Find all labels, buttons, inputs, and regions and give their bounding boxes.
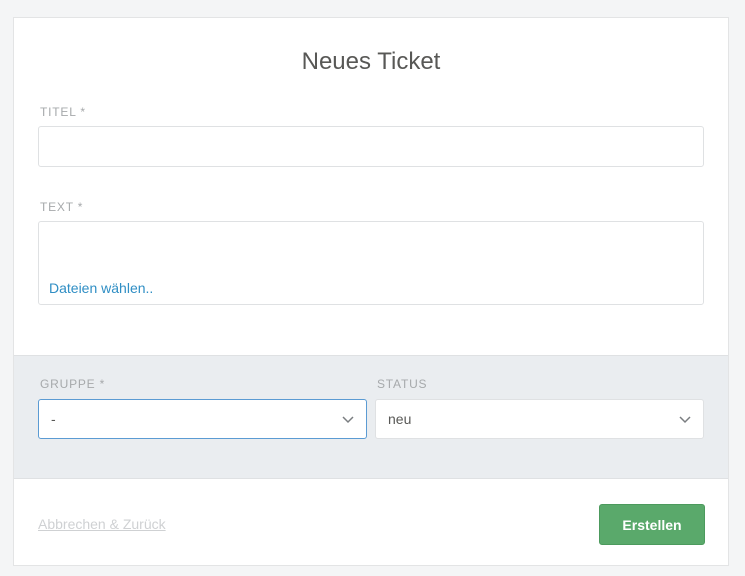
title-field-label: TITEL *	[40, 105, 86, 119]
text-field-label: TEXT *	[40, 200, 84, 214]
text-editor[interactable]: Dateien wählen..	[38, 221, 704, 305]
chevron-down-icon	[342, 416, 354, 424]
status-select-value: neu	[388, 411, 412, 427]
status-field-label: STATUS	[377, 377, 428, 391]
status-select[interactable]: neu	[375, 399, 704, 439]
choose-files-link[interactable]: Dateien wählen..	[49, 280, 153, 296]
cancel-back-link[interactable]: Abbrechen & Zurück	[38, 516, 166, 532]
title-input[interactable]	[38, 126, 704, 167]
group-select-value: -	[51, 411, 56, 427]
group-field-label: GRUPPE *	[40, 377, 106, 391]
chevron-down-icon	[679, 416, 691, 424]
group-select[interactable]: -	[38, 399, 367, 439]
create-button[interactable]: Erstellen	[599, 504, 705, 545]
new-ticket-form: Neues Ticket TITEL * TEXT * Dateien wähl…	[13, 17, 729, 566]
page-title: Neues Ticket	[301, 48, 441, 75]
ticket-attributes-section: GRUPPE * - STATUS neu	[14, 355, 728, 479]
